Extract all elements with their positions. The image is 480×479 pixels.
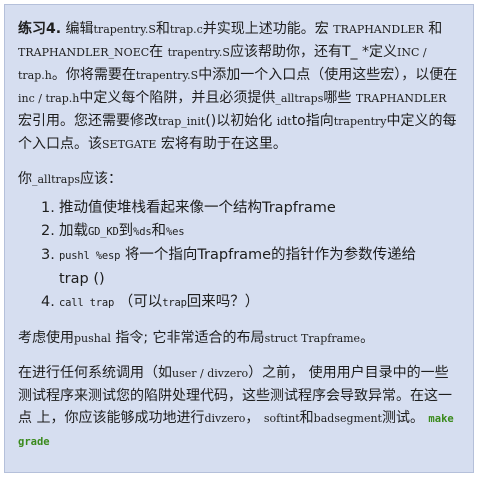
code-trap-h: trap.h xyxy=(18,69,52,82)
text: 测试。 xyxy=(381,410,424,426)
text: 和 xyxy=(155,21,170,37)
code-traphandler: TRAPHANDLER xyxy=(355,92,447,105)
text: 并实现上述功能。宏 xyxy=(202,21,334,37)
code-alltraps: _alltraps xyxy=(275,92,324,105)
text: 你 xyxy=(18,171,32,187)
code-badsegment: badsegment xyxy=(313,412,382,425)
code-ds: %ds xyxy=(133,226,152,238)
exercise-box: 练习4. 编辑trapentry.S和trap.c并实现上述功能。宏 TRAPH… xyxy=(4,4,474,473)
list-item: 2. 加载GD_KD到%ds和%es xyxy=(41,220,460,244)
list-item: 1. 推动值使堆栈看起来像一个结构Trapframe xyxy=(41,197,460,220)
step-number: 3. xyxy=(41,247,55,263)
code-traphandler: TRAPHANDLER xyxy=(333,23,424,36)
step-text: （可以 xyxy=(114,294,163,310)
text: 考虑使用 xyxy=(18,330,74,346)
exercise-label: 练习4. xyxy=(18,21,62,37)
exercise-paragraph: 练习4. 编辑trapentry.S和trap.c并实现上述功能。宏 TRAPH… xyxy=(18,18,460,156)
alltraps-intro: 你_alltraps应该： xyxy=(18,168,460,191)
code-setgate: SETGATE xyxy=(102,138,157,151)
code-softint: softint xyxy=(263,412,300,425)
code-divzero: divzero xyxy=(204,412,246,425)
code-es: %es xyxy=(165,226,185,238)
text: 。你将需要在 xyxy=(51,67,136,83)
text: ， xyxy=(245,410,260,426)
code-traphandler-noec: TRAPHANDLER_NOEC xyxy=(18,46,150,59)
code-trap-init: trap_init xyxy=(158,115,206,128)
list-item: 4. call trap （可以trap回来吗？） xyxy=(41,291,460,315)
code-trapentry-s: trapentry.S xyxy=(135,69,199,82)
code-pushl-esp: pushl %esp xyxy=(59,250,121,262)
step-text: 加载 xyxy=(59,223,88,239)
text: ()以初始化 xyxy=(205,113,277,129)
code-inc: INC / xyxy=(396,46,427,59)
code-user-divzero: user / divzero xyxy=(172,367,249,380)
text: 编辑 xyxy=(65,21,94,37)
step-number: 2. xyxy=(41,223,55,239)
step-continuation: trap () xyxy=(59,271,105,287)
consider-paragraph: 考虑使用pushal 指令; 它非常适合的布局struct Trapframe。 xyxy=(18,327,460,350)
text: 和 xyxy=(428,21,443,37)
code-alltraps: _alltraps xyxy=(32,173,81,186)
step-number: 4. xyxy=(41,294,55,310)
text: 。 xyxy=(360,330,375,346)
test-paragraph: 在进行任何系统调用（如user / divzero）之前， 使用用户目录中的一些… xyxy=(18,362,460,453)
text: 应该： xyxy=(80,171,123,187)
list-item: 3. pushl %esp 将一个指向Trapframe的指针作为参数传递给 tra… xyxy=(41,244,460,291)
code-pushal: pushal xyxy=(74,332,111,345)
text: 在进行任何系统调用（如 xyxy=(18,365,172,381)
code-struct-trapframe: struct Trapframe xyxy=(264,332,361,345)
text: 宏将有助于在这里。 xyxy=(156,136,287,152)
step-text: 和 xyxy=(151,223,166,239)
code-inc-trap-h: inc / trap.h xyxy=(18,92,80,105)
code-trap-c: trap.c xyxy=(169,23,203,36)
text: 哪些 xyxy=(323,90,356,106)
code-idt: idt xyxy=(276,115,292,128)
code-trapentry-s: trapentry.S xyxy=(167,46,230,59)
text: 应该帮助你，还有T_ *定义 xyxy=(229,44,397,60)
text: to指向 xyxy=(291,113,334,129)
step-number: 1. xyxy=(41,200,55,216)
step-text: 到 xyxy=(118,223,134,239)
step-text: 回来吗？） xyxy=(186,294,260,310)
text: 在 xyxy=(149,44,168,60)
text: 中定义每个陷阱，并且必须提供 xyxy=(79,90,276,106)
text: 指令; 它非常适合的布局 xyxy=(110,330,265,346)
code-trapentry-s: trapentry.S xyxy=(93,23,156,36)
steps-list: 1. 推动值使堆栈看起来像一个结构Trapframe 2. 加载GD_KD到%ds和… xyxy=(18,197,460,315)
code-trap: trap xyxy=(162,297,187,309)
code-call-trap: call trap xyxy=(59,297,115,309)
text: 宏引用。您还需要修改 xyxy=(18,113,158,129)
text: 和 xyxy=(299,410,314,426)
step-text: 将一个指向Trapframe的指针作为参数传递给 xyxy=(120,247,417,263)
code-trapentry: trapentry xyxy=(333,115,387,128)
step-text: 推动值使堆栈看起来像一个结构Trapframe xyxy=(59,200,336,216)
text: 中添加一个入口点（使用这些宏），以便在 xyxy=(198,67,458,83)
code-gd-kd: GD_KD xyxy=(88,226,119,238)
